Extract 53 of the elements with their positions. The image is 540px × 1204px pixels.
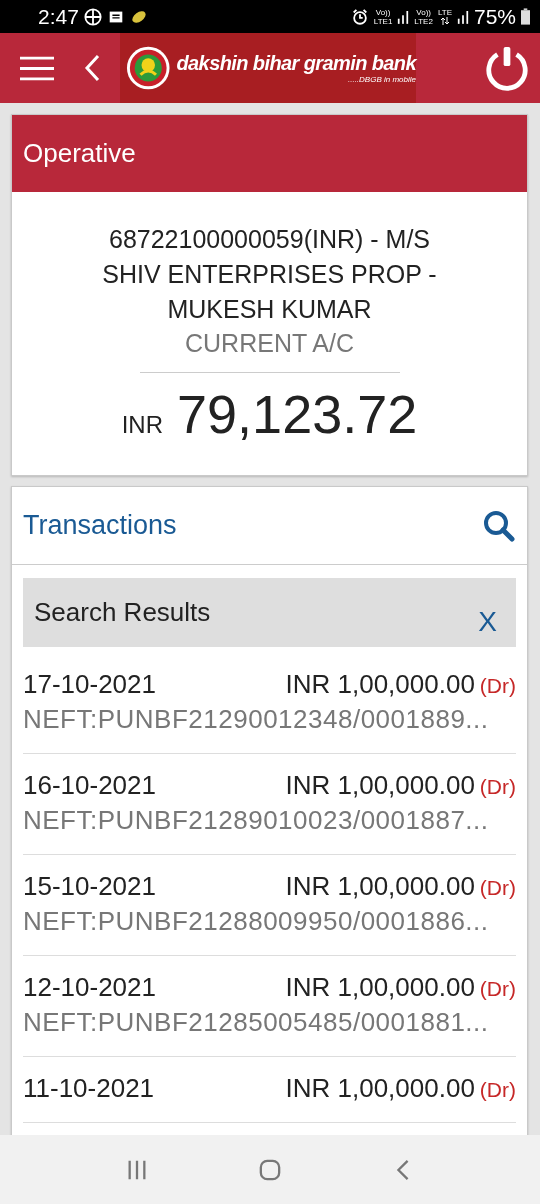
signal-icon <box>456 9 469 24</box>
debit-label: (Dr) <box>479 977 516 1001</box>
transaction-description: NEFT:PUNBF21285005485/0001881... <box>23 1007 490 1038</box>
battery-icon <box>521 8 530 25</box>
section-title: Transactions <box>23 510 177 541</box>
power-icon[interactable] <box>484 45 530 91</box>
debit-label: (Dr) <box>479 775 516 799</box>
transaction-date: 17-10-2021 <box>23 669 156 700</box>
volte-label: Vo)) <box>416 7 431 17</box>
transaction-description: NEFT:PUNBF21290012348/0001889... <box>23 704 490 735</box>
menu-icon[interactable] <box>20 55 54 81</box>
transaction-amount: INR 1,00,000.00 <box>285 972 475 1003</box>
search-icon[interactable] <box>483 509 515 542</box>
transaction-date: 12-10-2021 <box>23 972 156 1003</box>
bank-name: dakshin bihar gramin bank <box>176 52 416 75</box>
alarm-icon <box>350 7 369 26</box>
close-button[interactable]: X <box>470 599 505 638</box>
transaction-amount: INR 1,00,000.00 <box>285 669 475 700</box>
balance-amount: 79,123.72 <box>177 383 418 445</box>
debit-label: (Dr) <box>479 674 516 698</box>
card-title: Operative <box>12 115 527 192</box>
tagline: .....DBGB in mobile <box>347 75 416 84</box>
transaction-date: 16-10-2021 <box>23 770 156 801</box>
transaction-amount: INR 1,00,000.00 <box>285 770 475 801</box>
transaction-row[interactable]: 16-10-2021 INR 1,00,000.00 (Dr) NEFT:PUNBF21289010023/0001887... <box>23 754 516 855</box>
network-label: LTE2 <box>414 16 433 26</box>
transaction-row[interactable]: 17-10-2021 INR 1,00,000.00 (Dr) NEFT:PUNBF21290012348/0001889... <box>23 653 516 754</box>
transaction-date: 11-10-2021 <box>23 1073 155 1104</box>
transaction-row[interactable]: 15-10-2021 INR 1,00,000.00 (Dr) NEFT:PUNBF21288009950/0001886... <box>23 855 516 956</box>
battery-level: 75% <box>473 4 516 29</box>
transaction-row[interactable]: 12-10-2021 INR 1,00,000.00 (Dr) NEFT:PUNBF21285005485/0001881... <box>23 956 516 1057</box>
debit-label: (Dr) <box>479 1078 516 1102</box>
emblem-icon <box>126 45 171 91</box>
home-icon[interactable] <box>259 1158 281 1181</box>
transaction-row[interactable]: 11-10-2021 INR 1,00,000.00 (Dr) <box>23 1057 516 1123</box>
network-label: LTE1 <box>373 16 393 26</box>
transaction-amount: INR 1,00,000.00 <box>285 1073 475 1104</box>
back-icon[interactable] <box>84 54 100 82</box>
clock: 2:47 <box>38 4 79 29</box>
volte-label: Vo)) <box>375 7 391 17</box>
network-label: LTE <box>437 8 452 17</box>
signal-icon <box>397 9 410 24</box>
account-type: CURRENT A/C <box>184 328 355 359</box>
transaction-description: NEFT:PUNBF21289010023/0001887... <box>23 805 490 836</box>
data-arrows-icon <box>439 17 450 25</box>
account-name: 68722100000059(INR) - M/S SHIV ENTERPRISES PROP - MUKESH KUMAR <box>101 224 438 325</box>
search-results-label: Search Results <box>34 597 211 628</box>
debit-label: (Dr) <box>479 876 516 900</box>
transaction-description: NEFT:PUNBF21288009950/0001886... <box>23 906 490 937</box>
transaction-amount: INR 1,00,000.00 <box>285 871 475 902</box>
fan-icon <box>83 7 102 26</box>
transaction-date: 15-10-2021 <box>23 871 156 902</box>
currency-label: INR <box>121 411 164 439</box>
